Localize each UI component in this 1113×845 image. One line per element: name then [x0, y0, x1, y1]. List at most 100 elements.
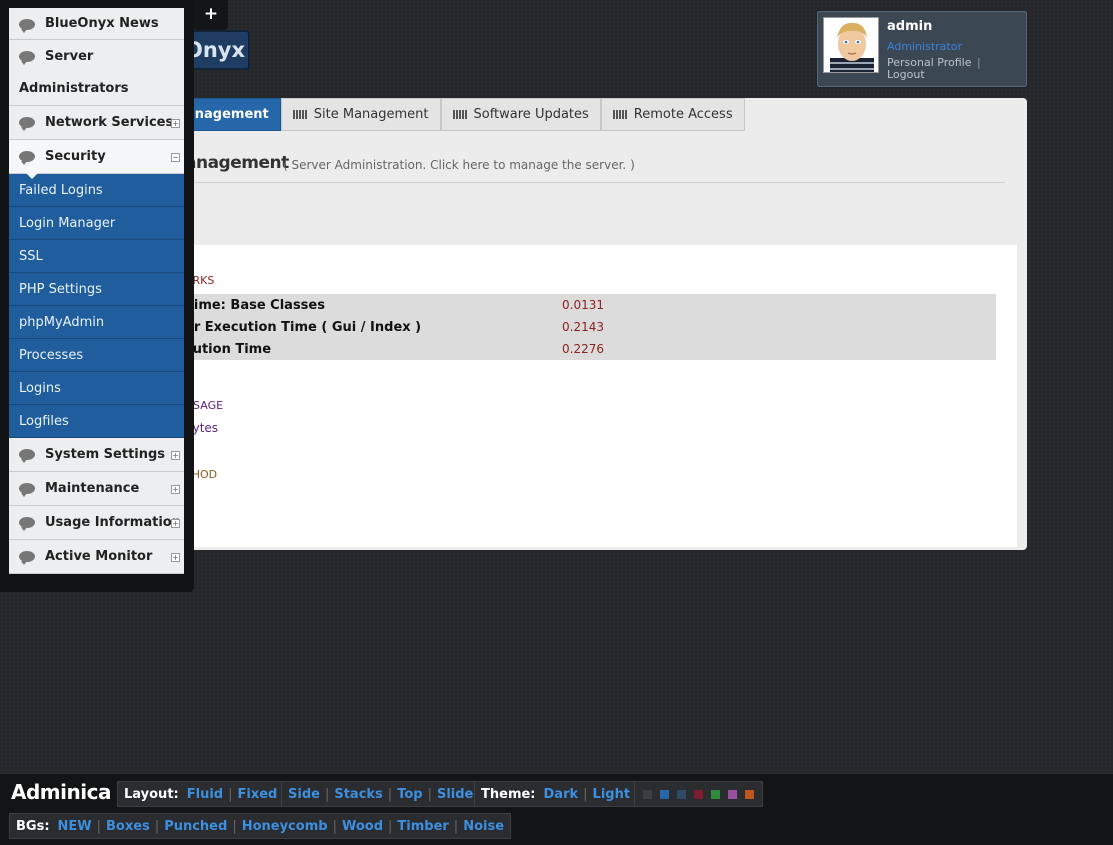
benchmark-label: cution Time: [185, 341, 272, 357]
tab-server-management[interactable]: anagement: [185, 98, 281, 131]
sidebar-item-security[interactable]: Security −: [9, 140, 184, 179]
sidebar-nav: BlueOnyx News Server Administrators Netw…: [9, 8, 184, 574]
sidebar-item-label: Administrators: [19, 80, 129, 96]
theme-dark-link[interactable]: Dark: [544, 787, 579, 802]
tab-label: Remote Access: [633, 107, 733, 122]
theme-group: Theme: Dark | Light: [474, 781, 638, 807]
expand-icon[interactable]: +: [171, 451, 180, 460]
separator: |: [228, 786, 233, 802]
separator: |: [154, 818, 160, 834]
user-panel: admin Administrator Personal Profile | L…: [816, 10, 1028, 88]
add-tab-button[interactable]: +: [194, 0, 228, 30]
theme-light-link[interactable]: Light: [593, 787, 631, 802]
sidebar-item-maintenance[interactable]: Maintenance +: [9, 472, 184, 506]
theme-color-swatch[interactable]: [660, 789, 669, 799]
speech-bubble-icon: [19, 151, 35, 165]
benchmark-value: 0.2276: [562, 342, 604, 356]
active-pointer-icon: [26, 173, 38, 179]
sidebar-item-system-settings[interactable]: System Settings +: [9, 438, 184, 472]
sidebar-subitem-login-manager[interactable]: Login Manager: [9, 207, 184, 240]
bg-honeycomb-link[interactable]: Honeycomb: [242, 819, 328, 834]
sidebar-subitem-ssl[interactable]: SSL: [9, 240, 184, 273]
main-panel: anagement Site Management Software Updat…: [185, 98, 1027, 550]
page-title: anagement: [185, 153, 289, 173]
sidebar-item-label: Usage Information: [45, 515, 181, 530]
nav-side-link[interactable]: Side: [288, 787, 320, 802]
sidebar-subitem-php-settings[interactable]: PHP Settings: [9, 273, 184, 306]
bg-punched-link[interactable]: Punched: [164, 819, 227, 834]
sidebar-item-server-administrators[interactable]: Server Administrators: [9, 40, 184, 106]
sidebar-item-usage-information[interactable]: Usage Information +: [9, 506, 184, 540]
nav-stacks-link[interactable]: Stacks: [334, 787, 382, 802]
bg-noise-link[interactable]: Noise: [463, 819, 504, 834]
sidebar-item-label: Network Services: [45, 115, 174, 130]
speech-bubble-icon: [19, 19, 35, 33]
bg-boxes-link[interactable]: Boxes: [106, 819, 150, 834]
nav-slide-link[interactable]: Slide: [437, 787, 473, 802]
tab-site-management[interactable]: Site Management: [280, 98, 441, 131]
nav-top-link[interactable]: Top: [397, 787, 422, 802]
expand-icon[interactable]: +: [171, 119, 180, 128]
sidebar-item-label: Security: [45, 149, 106, 164]
collapse-icon[interactable]: −: [171, 153, 180, 162]
tab-remote-access[interactable]: Remote Access: [600, 98, 745, 131]
sidebar-subitem-logfiles[interactable]: Logfiles: [9, 405, 184, 438]
user-role-link[interactable]: Administrator: [887, 40, 962, 53]
sidebar-item-label: Active Monitor: [45, 549, 153, 564]
layout-fixed-link[interactable]: Fixed: [237, 787, 277, 802]
theme-color-swatch[interactable]: [728, 789, 737, 799]
theme-color-swatch[interactable]: [711, 789, 720, 799]
page-subtitle-link[interactable]: ( Server Administration. Click here to m…: [283, 158, 635, 172]
content-area: ARKS Time: Base Classes 0.0131 er Execut…: [185, 245, 1017, 547]
speech-bubble-icon: [19, 51, 35, 65]
separator: |: [332, 818, 337, 834]
link-separator: |: [976, 56, 981, 69]
avatar[interactable]: [823, 17, 879, 73]
sidebar-item-network-services[interactable]: Network Services +: [9, 106, 184, 140]
expand-icon[interactable]: +: [171, 485, 180, 494]
speech-bubble-icon: [19, 449, 35, 463]
table-row: Time: Base Classes 0.0131: [185, 294, 996, 316]
grid-icon: [292, 110, 307, 119]
speech-bubble-icon: [19, 517, 35, 531]
sidebar-item-active-monitor[interactable]: Active Monitor +: [9, 540, 184, 574]
separator: |: [96, 818, 102, 834]
sidebar-item-label: System Settings: [45, 447, 166, 462]
color-swatch-group: [634, 781, 763, 807]
speech-bubble-icon: [19, 483, 35, 497]
backgrounds-group: BGs: NEW | Boxes | Punched | Honeycomb |…: [9, 813, 512, 839]
speech-bubble-icon: [19, 117, 35, 131]
layout-label: Layout:: [124, 786, 179, 802]
tab-label: anagement: [186, 107, 269, 122]
separator: |: [232, 818, 237, 834]
grid-icon: [452, 110, 467, 119]
benchmark-value: 0.0131: [562, 298, 604, 312]
expand-icon[interactable]: +: [171, 519, 180, 528]
theme-color-swatch[interactable]: [745, 789, 754, 799]
bgs-label: BGs:: [16, 818, 50, 834]
brand-title: Adminica: [11, 780, 111, 804]
logout-link[interactable]: Logout: [887, 68, 925, 81]
benchmarks-table: Time: Base Classes 0.0131 er Execution T…: [185, 294, 996, 360]
bg-wood-link[interactable]: Wood: [342, 819, 383, 834]
user-links: Personal Profile | Logout: [887, 57, 983, 81]
theme-color-swatch[interactable]: [677, 789, 686, 799]
memory-usage-box: USAGE bytes: [185, 399, 1007, 449]
sidebar-item-blueonyx-news[interactable]: BlueOnyx News: [9, 8, 184, 40]
layout-fluid-link[interactable]: Fluid: [187, 787, 223, 802]
theme-color-swatch[interactable]: [643, 789, 652, 799]
benchmark-label: Time: Base Classes: [185, 297, 325, 313]
tab-software-updates[interactable]: Software Updates: [440, 98, 601, 131]
theme-color-swatch[interactable]: [694, 789, 703, 799]
expand-icon[interactable]: +: [171, 553, 180, 562]
bg-timber-link[interactable]: Timber: [397, 819, 448, 834]
table-row: er Execution Time ( Gui / Index ) 0.2143: [185, 316, 996, 338]
sidebar-subitem-phpmyadmin[interactable]: phpMyAdmin: [9, 306, 184, 339]
bg-new-link[interactable]: NEW: [58, 819, 92, 834]
sidebar-item-label: Maintenance: [45, 481, 140, 496]
theme-label: Theme:: [481, 786, 536, 802]
sidebar-subitem-processes[interactable]: Processes: [9, 339, 184, 372]
sidebar-subitem-logins[interactable]: Logins: [9, 372, 184, 405]
sidebar: BlueOnyx News Server Administrators Netw…: [0, 0, 194, 592]
tab-label: Software Updates: [473, 107, 589, 122]
